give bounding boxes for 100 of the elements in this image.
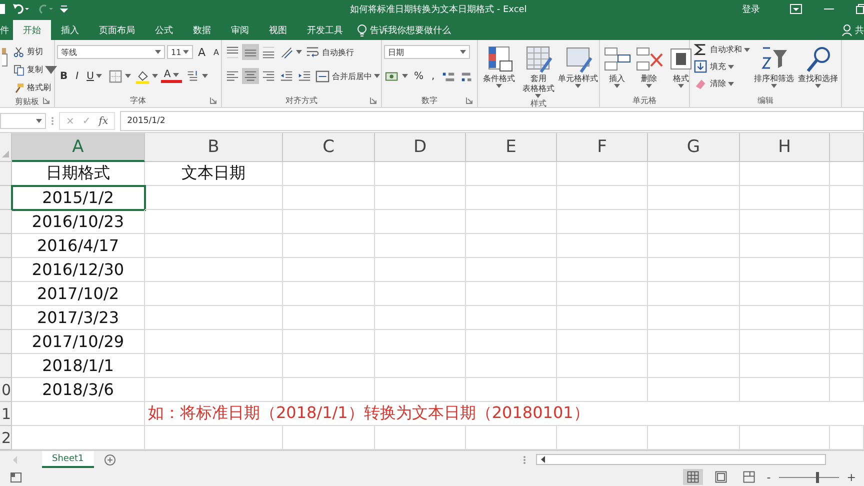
italic-button[interactable]: I [72, 68, 82, 84]
column-header[interactable]: A [12, 133, 145, 162]
conditional-format-button[interactable]: 条件格式 [480, 42, 518, 98]
dialog-launcher-icon[interactable] [210, 97, 217, 104]
ribbon-tab[interactable]: 数据 [183, 20, 221, 40]
table-format-button[interactable]: 套用 表格格式 [520, 42, 557, 98]
restore-icon[interactable] [856, 4, 864, 14]
ribbon-tab[interactable]: 插入 [51, 20, 89, 40]
number-format-field[interactable]: 日期 [384, 45, 470, 59]
caret-icon[interactable] [535, 94, 542, 98]
align-bottom-button[interactable] [260, 44, 277, 60]
wrap-text-button[interactable]: 自动换行 [304, 44, 355, 60]
table-cell [830, 330, 864, 354]
ribbon-tab[interactable]: 件 [0, 20, 13, 40]
sheet-tab[interactable]: Sheet1 [42, 451, 94, 468]
slider-thumb[interactable] [816, 472, 819, 482]
column-header[interactable]: H [740, 133, 830, 162]
row-header[interactable]: 2 [0, 426, 12, 450]
caret-icon[interactable] [744, 48, 750, 52]
delete-cells-button[interactable]: 删除 [634, 42, 664, 93]
column-header[interactable]: D [375, 133, 466, 162]
caret-icon[interactable] [183, 50, 189, 54]
caret-icon[interactable] [296, 50, 302, 54]
caret-icon[interactable] [155, 50, 161, 54]
column-header[interactable]: C [283, 133, 375, 162]
underline-button[interactable]: U [84, 68, 105, 84]
percent-button[interactable]: % [411, 68, 427, 84]
undo-icon[interactable] [12, 3, 30, 15]
ribbon-tab[interactable]: 公式 [145, 20, 183, 40]
insert-cells-button[interactable]: 插入 [602, 42, 632, 93]
align-middle-button[interactable] [242, 44, 259, 60]
minimize-icon[interactable] [824, 8, 834, 10]
caret-icon[interactable] [152, 74, 158, 78]
border-button[interactable] [106, 68, 132, 84]
add-sheet-icon[interactable] [104, 454, 116, 466]
brush-button[interactable]: 格式刷 [12, 80, 52, 96]
bold-button[interactable]: B [57, 68, 71, 84]
caret-icon[interactable] [771, 84, 777, 88]
sort-filter-button[interactable]: 排序和筛选 [753, 42, 795, 93]
caret-icon[interactable] [374, 74, 380, 78]
grow-font-button[interactable]: A [195, 44, 209, 60]
caret-icon[interactable] [202, 74, 208, 78]
caret-icon[interactable] [460, 50, 466, 54]
formula-input[interactable]: 2015/1/2 [120, 111, 864, 131]
scroll-left-icon[interactable] [540, 456, 546, 463]
caret-icon[interactable] [96, 74, 102, 78]
zoom-in-button[interactable]: + [846, 470, 856, 484]
magnifier-button[interactable]: 查找和选择 [797, 42, 839, 93]
row-header[interactable]: 1 [0, 402, 12, 426]
caret-icon[interactable] [496, 84, 502, 88]
ribbon-tab[interactable]: 视图 [259, 20, 297, 40]
scissors-button[interactable]: 剪切 [12, 44, 44, 60]
insert-function-button[interactable]: fx [98, 116, 108, 126]
column-header[interactable]: F [557, 133, 648, 162]
row-header[interactable]: 0 [0, 378, 12, 402]
ribbon-tab[interactable]: 页面布局 [89, 20, 145, 40]
dialog-launcher-icon[interactable] [466, 97, 473, 104]
fill-down-button[interactable]: 填充 [692, 58, 735, 74]
customize-icon[interactable] [60, 4, 68, 14]
ribbon-tab[interactable]: 审阅 [221, 20, 259, 40]
caret-icon[interactable] [646, 84, 652, 88]
caret-icon[interactable] [728, 64, 734, 68]
tell-me-field[interactable]: 告诉我你想要做什么 [370, 24, 451, 36]
shrink-font-button[interactable]: A [210, 44, 222, 60]
caret-icon[interactable] [402, 74, 408, 78]
column-header[interactable]: E [466, 133, 557, 162]
align-center-button[interactable] [242, 68, 259, 84]
horizontal-scrollbar[interactable] [536, 454, 826, 465]
font-name-field[interactable]: 等线 [57, 45, 165, 59]
caret-icon[interactable] [728, 82, 734, 86]
zoom-out-button[interactable]: - [766, 470, 771, 484]
caret-icon[interactable] [815, 84, 821, 88]
ribbon-tab[interactable]: 开始 [13, 20, 51, 40]
comma-button[interactable]: , [428, 68, 438, 84]
ribbon-tab[interactable]: 开发工具 [297, 20, 353, 40]
share-button[interactable]: 共 [855, 24, 864, 36]
column-header[interactable]: G [648, 133, 740, 162]
caret-icon[interactable] [575, 84, 581, 88]
macro-record-icon[interactable] [10, 471, 22, 483]
font-size-field[interactable]: 11 [167, 45, 193, 59]
caret-icon[interactable] [678, 84, 684, 88]
merge-button[interactable]: 合并后居中 [314, 68, 381, 84]
font-color-button[interactable]: A [160, 70, 182, 82]
copy-button[interactable]: 复制 [12, 62, 58, 78]
ribbon-display-icon[interactable] [790, 4, 802, 14]
caret-icon[interactable] [172, 72, 179, 76]
normal-view-button[interactable] [682, 469, 703, 485]
dialog-launcher-icon[interactable] [43, 97, 50, 104]
column-header[interactable]: B [145, 133, 283, 162]
sigma-button[interactable]: 自动求和 [692, 42, 751, 58]
dialog-launcher-icon[interactable] [370, 97, 377, 104]
align-top-button[interactable] [224, 44, 241, 60]
caret-icon[interactable] [124, 74, 131, 78]
clipboard-icon[interactable] [2, 46, 8, 68]
cell-style-button[interactable]: 单元格样式 [559, 42, 597, 98]
caret-icon[interactable] [45, 64, 57, 76]
caret-icon[interactable] [614, 84, 620, 88]
sign-in-link[interactable]: 登录 [742, 2, 760, 16]
caret-icon[interactable] [36, 119, 42, 123]
row-header[interactable] [0, 186, 12, 210]
